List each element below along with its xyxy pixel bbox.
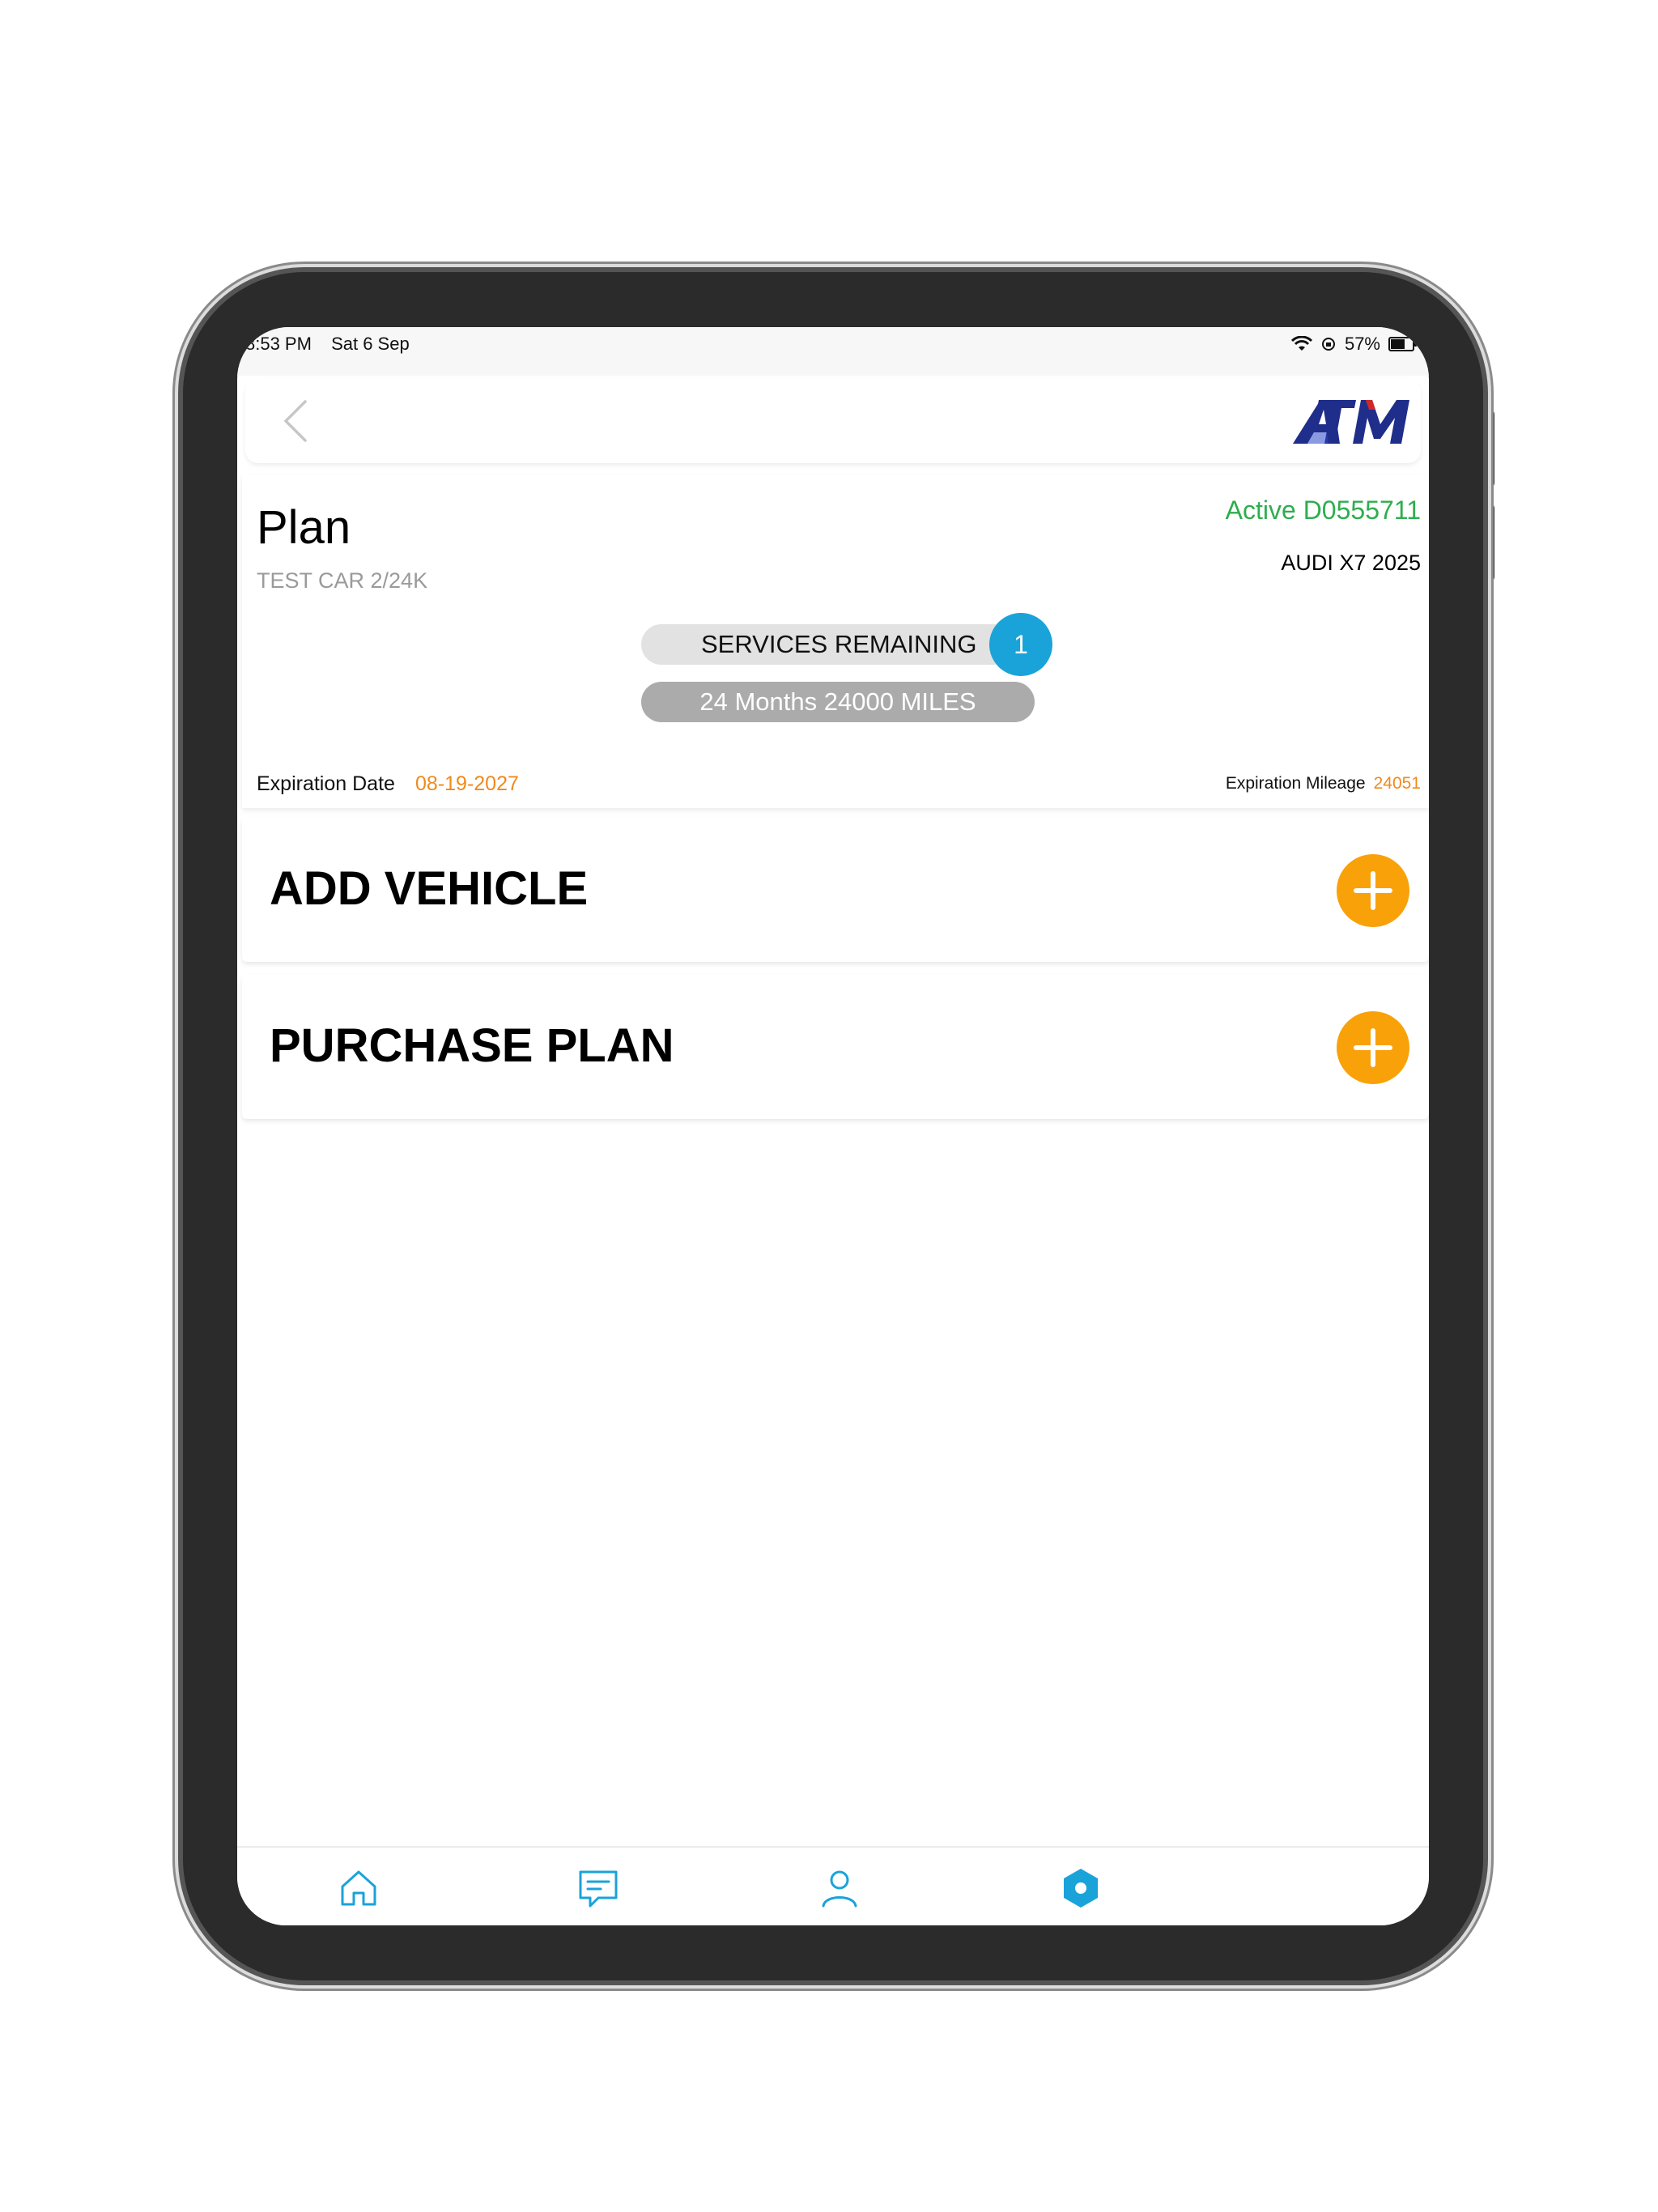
plus-icon xyxy=(1354,1028,1392,1067)
purchase-plan-label: PURCHASE PLAN xyxy=(270,1019,674,1072)
status-date: Sat 6 Sep xyxy=(331,334,410,354)
atm-logo xyxy=(1291,397,1413,449)
expiration-date-label: Expiration Date xyxy=(257,772,395,795)
add-vehicle-row[interactable]: ADD VEHICLE xyxy=(242,818,1429,962)
expiration-date-value: 08-19-2027 xyxy=(415,772,519,795)
status-left: 8:53 PM Sat 6 Sep xyxy=(245,334,424,355)
expiration-mileage-label: Expiration Mileage xyxy=(1225,774,1366,793)
home-icon xyxy=(341,1870,376,1906)
device-volume-down-button xyxy=(1482,502,1494,583)
plan-subtitle: TEST CAR 2/24K xyxy=(257,568,428,593)
orientation-lock-icon xyxy=(1321,338,1335,351)
user-icon xyxy=(822,1870,857,1908)
purchase-plan-row[interactable]: PURCHASE PLAN xyxy=(242,975,1429,1119)
purchase-plan-button[interactable] xyxy=(1337,1011,1409,1084)
tab-profile[interactable] xyxy=(815,1864,864,1912)
status-time: 8:53 PM xyxy=(245,334,312,354)
services-remaining-pill: SERVICES REMAINING xyxy=(641,624,1014,665)
expiration-mileage-value: 24051 xyxy=(1373,774,1421,793)
tab-home[interactable] xyxy=(334,1864,383,1912)
services-count-badge: 1 xyxy=(989,613,1052,676)
vehicle-name: AUDI X7 2025 xyxy=(1281,551,1421,575)
plan-status-id: Active D0555711 xyxy=(1225,496,1421,525)
bottom-tab-bar xyxy=(237,1846,1429,1925)
expiration-mileage: Expiration Mileage 24051 xyxy=(1226,774,1421,793)
add-vehicle-label: ADD VEHICLE xyxy=(270,862,589,915)
status-right: 57% xyxy=(1290,334,1417,355)
plan-term-pill: 24 Months 24000 MILES xyxy=(641,682,1035,722)
plan-card: Plan TEST CAR 2/24K Active D0555711 AUDI… xyxy=(242,474,1429,808)
tab-settings[interactable] xyxy=(1056,1864,1105,1912)
battery-icon xyxy=(1388,337,1417,351)
device-volume-up-button xyxy=(1482,408,1494,489)
settings-nut-icon xyxy=(1064,1869,1098,1908)
plus-icon xyxy=(1354,871,1392,910)
add-vehicle-button[interactable] xyxy=(1337,854,1409,927)
back-button[interactable] xyxy=(278,400,317,442)
status-bar: 8:53 PM Sat 6 Sep 57% xyxy=(237,327,1429,376)
wifi-icon xyxy=(1290,336,1312,351)
tab-messages[interactable] xyxy=(574,1864,623,1912)
atm-logo-mark xyxy=(1293,400,1409,444)
battery-percentage: 57% xyxy=(1344,334,1380,354)
chevron-left-icon xyxy=(283,400,307,442)
plan-title: Plan xyxy=(257,501,351,554)
screen: 8:53 PM Sat 6 Sep 57% Plan TEST CAR 2/24… xyxy=(237,327,1429,1925)
top-navigation-bar xyxy=(245,379,1421,463)
message-icon xyxy=(579,1870,618,1908)
